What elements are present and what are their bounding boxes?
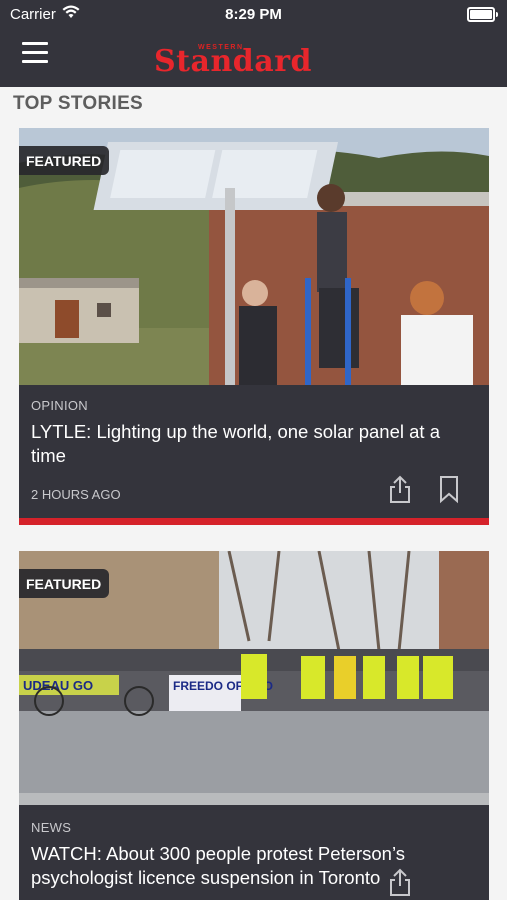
story-timestamp: 2 HOURS AGO xyxy=(31,487,121,502)
featured-badge: FEATURED xyxy=(19,146,110,175)
story-photo[interactable]: UDEAU GO FREEDO OF CHO FEATURED xyxy=(19,551,489,805)
logo-main-text: Standard xyxy=(154,44,312,79)
story-card[interactable]: FEATURED OPINION LYTLE: Lighting up the … xyxy=(19,128,489,525)
share-icon[interactable] xyxy=(388,867,412,897)
story-headline[interactable]: LYTLE: Lighting up the world, one solar … xyxy=(31,420,471,468)
card-accent-bar xyxy=(19,518,489,525)
story-category[interactable]: OPINION xyxy=(31,398,88,413)
app-header: WESTERN Standard xyxy=(0,30,507,87)
clock: 8:29 PM xyxy=(225,6,282,23)
logo[interactable]: WESTERN Standard xyxy=(154,34,354,80)
section-title: TOP STORIES xyxy=(13,93,144,114)
story-card[interactable]: UDEAU GO FREEDO OF CHO FEATURED NEWS WAT… xyxy=(19,551,489,900)
story-photo[interactable]: FEATURED xyxy=(19,128,489,385)
hamburger-icon[interactable] xyxy=(22,42,48,64)
story-category[interactable]: NEWS xyxy=(31,820,71,835)
share-icon[interactable] xyxy=(388,474,412,504)
status-bar: Carrier 8:29 PM xyxy=(0,0,507,30)
battery-icon xyxy=(467,7,498,22)
featured-badge: FEATURED xyxy=(19,569,110,598)
bookmark-icon[interactable] xyxy=(438,474,460,504)
